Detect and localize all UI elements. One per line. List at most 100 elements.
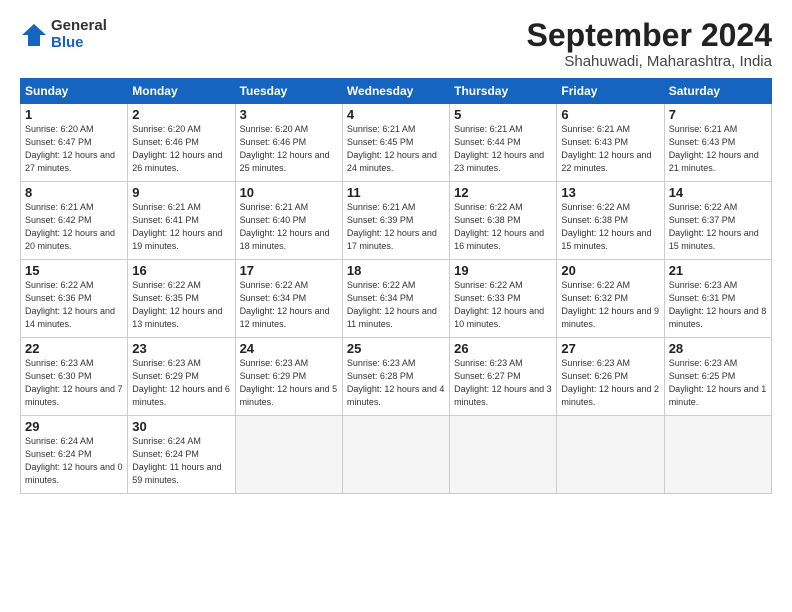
day-number: 22 <box>25 341 123 356</box>
calendar-day-2: 2 Sunrise: 6:20 AMSunset: 6:46 PMDaylight… <box>128 104 235 182</box>
calendar-day-13: 13Sunrise: 6:22 AMSunset: 6:38 PMDayligh… <box>557 182 664 260</box>
calendar-week-row-1: 1 Sunrise: 6:20 AMSunset: 6:47 PMDaylight… <box>21 104 772 182</box>
day-number: 10 <box>240 185 338 200</box>
day-info: Sunrise: 6:23 AMSunset: 6:30 PMDaylight:… <box>25 358 123 407</box>
day-info: Sunrise: 6:24 AMSunset: 6:24 PMDaylight:… <box>132 436 221 485</box>
day-number: 11 <box>347 185 445 200</box>
calendar-empty <box>450 416 557 494</box>
month-title: September 2024 <box>527 18 772 53</box>
day-number: 25 <box>347 341 445 356</box>
day-info: Sunrise: 6:23 AMSunset: 6:27 PMDaylight:… <box>454 358 552 407</box>
calendar-week-row-3: 15 Sunrise: 6:22 AMSunset: 6:36 PMDayligh… <box>21 260 772 338</box>
calendar-week-row-5: 29 Sunrise: 6:24 AMSunset: 6:24 PMDayligh… <box>21 416 772 494</box>
day-info: Sunrise: 6:21 AMSunset: 6:43 PMDaylight:… <box>561 124 651 173</box>
calendar-day-10: 10 Sunrise: 6:21 AMSunset: 6:40 PMDayligh… <box>235 182 342 260</box>
calendar-day-28: 28 Sunrise: 6:23 AMSunset: 6:25 PMDayligh… <box>664 338 771 416</box>
day-number: 30 <box>132 419 230 434</box>
day-number: 20 <box>561 263 659 278</box>
logo-general: General <box>51 18 107 35</box>
col-wednesday: Wednesday <box>342 79 449 104</box>
logo-text: General Blue <box>51 18 107 51</box>
day-info: Sunrise: 6:21 AMSunset: 6:41 PMDaylight:… <box>132 202 222 251</box>
day-info: Sunrise: 6:23 AMSunset: 6:31 PMDaylight:… <box>669 280 767 329</box>
calendar-header-row: Sunday Monday Tuesday Wednesday Thursday… <box>21 79 772 104</box>
day-info: Sunrise: 6:23 AMSunset: 6:29 PMDaylight:… <box>240 358 338 407</box>
logo: General Blue <box>20 18 107 51</box>
subtitle: Shahuwadi, Maharashtra, India <box>527 53 772 70</box>
calendar-day-12: 12Sunrise: 6:22 AMSunset: 6:38 PMDayligh… <box>450 182 557 260</box>
calendar-day-1: 1 Sunrise: 6:20 AMSunset: 6:47 PMDaylight… <box>21 104 128 182</box>
day-number: 23 <box>132 341 230 356</box>
page: General Blue September 2024 Shahuwadi, M… <box>0 0 792 612</box>
day-info: Sunrise: 6:23 AMSunset: 6:29 PMDaylight:… <box>132 358 230 407</box>
calendar-day-11: 11 Sunrise: 6:21 AMSunset: 6:39 PMDayligh… <box>342 182 449 260</box>
calendar-day-20: 20 Sunrise: 6:22 AMSunset: 6:32 PMDayligh… <box>557 260 664 338</box>
calendar-empty <box>235 416 342 494</box>
day-info: Sunrise: 6:21 AMSunset: 6:40 PMDaylight:… <box>240 202 330 251</box>
col-monday: Monday <box>128 79 235 104</box>
calendar-day-14: 14 Sunrise: 6:22 AMSunset: 6:37 PMDayligh… <box>664 182 771 260</box>
day-info: Sunrise: 6:22 AMSunset: 6:36 PMDaylight:… <box>25 280 115 329</box>
calendar-day-22: 22 Sunrise: 6:23 AMSunset: 6:30 PMDayligh… <box>21 338 128 416</box>
day-number: 29 <box>25 419 123 434</box>
day-info: Sunrise: 6:20 AMSunset: 6:47 PMDaylight:… <box>25 124 115 173</box>
header: General Blue September 2024 Shahuwadi, M… <box>20 18 772 70</box>
day-info: Sunrise: 6:23 AMSunset: 6:28 PMDaylight:… <box>347 358 445 407</box>
day-info: Sunrise: 6:21 AMSunset: 6:45 PMDaylight:… <box>347 124 437 173</box>
title-block: September 2024 Shahuwadi, Maharashtra, I… <box>527 18 772 70</box>
calendar-day-3: 3Sunrise: 6:20 AMSunset: 6:46 PMDaylight… <box>235 104 342 182</box>
day-number: 21 <box>669 263 767 278</box>
day-number: 26 <box>454 341 552 356</box>
calendar-day-26: 26 Sunrise: 6:23 AMSunset: 6:27 PMDayligh… <box>450 338 557 416</box>
calendar-week-row-2: 8 Sunrise: 6:21 AMSunset: 6:42 PMDaylight… <box>21 182 772 260</box>
day-number: 14 <box>669 185 767 200</box>
day-number: 13 <box>561 185 659 200</box>
col-saturday: Saturday <box>664 79 771 104</box>
day-number: 9 <box>132 185 230 200</box>
day-info: Sunrise: 6:24 AMSunset: 6:24 PMDaylight:… <box>25 436 123 485</box>
day-number: 16 <box>132 263 230 278</box>
calendar-day-29: 29 Sunrise: 6:24 AMSunset: 6:24 PMDayligh… <box>21 416 128 494</box>
day-info: Sunrise: 6:23 AMSunset: 6:25 PMDaylight:… <box>669 358 767 407</box>
day-number: 7 <box>669 107 767 122</box>
calendar-day-8: 8 Sunrise: 6:21 AMSunset: 6:42 PMDaylight… <box>21 182 128 260</box>
day-number: 28 <box>669 341 767 356</box>
day-info: Sunrise: 6:22 AMSunset: 6:32 PMDaylight:… <box>561 280 659 329</box>
day-number: 17 <box>240 263 338 278</box>
day-number: 12 <box>454 185 552 200</box>
day-number: 27 <box>561 341 659 356</box>
day-info: Sunrise: 6:21 AMSunset: 6:42 PMDaylight:… <box>25 202 115 251</box>
day-info: Sunrise: 6:20 AMSunset: 6:46 PMDaylight:… <box>132 124 222 173</box>
col-friday: Friday <box>557 79 664 104</box>
day-number: 8 <box>25 185 123 200</box>
calendar-day-19: 19 Sunrise: 6:22 AMSunset: 6:33 PMDayligh… <box>450 260 557 338</box>
day-info: Sunrise: 6:21 AMSunset: 6:39 PMDaylight:… <box>347 202 437 251</box>
calendar-day-9: 9 Sunrise: 6:21 AMSunset: 6:41 PMDaylight… <box>128 182 235 260</box>
day-number: 1 <box>25 107 123 122</box>
calendar-day-30: 30 Sunrise: 6:24 AMSunset: 6:24 PMDayligh… <box>128 416 235 494</box>
calendar-empty <box>557 416 664 494</box>
day-info: Sunrise: 6:22 AMSunset: 6:34 PMDaylight:… <box>347 280 437 329</box>
col-thursday: Thursday <box>450 79 557 104</box>
calendar-day-23: 23 Sunrise: 6:23 AMSunset: 6:29 PMDayligh… <box>128 338 235 416</box>
calendar-day-24: 24 Sunrise: 6:23 AMSunset: 6:29 PMDayligh… <box>235 338 342 416</box>
calendar-day-21: 21 Sunrise: 6:23 AMSunset: 6:31 PMDayligh… <box>664 260 771 338</box>
col-sunday: Sunday <box>21 79 128 104</box>
day-info: Sunrise: 6:22 AMSunset: 6:37 PMDaylight:… <box>669 202 759 251</box>
calendar-day-27: 27 Sunrise: 6:23 AMSunset: 6:26 PMDayligh… <box>557 338 664 416</box>
day-info: Sunrise: 6:20 AMSunset: 6:46 PMDaylight:… <box>240 124 330 173</box>
day-number: 19 <box>454 263 552 278</box>
day-number: 24 <box>240 341 338 356</box>
calendar-day-17: 17Sunrise: 6:22 AMSunset: 6:34 PMDayligh… <box>235 260 342 338</box>
day-number: 15 <box>25 263 123 278</box>
calendar-empty <box>664 416 771 494</box>
day-number: 2 <box>132 107 230 122</box>
day-info: Sunrise: 6:22 AMSunset: 6:35 PMDaylight:… <box>132 280 222 329</box>
calendar-week-row-4: 22 Sunrise: 6:23 AMSunset: 6:30 PMDayligh… <box>21 338 772 416</box>
calendar-day-6: 6Sunrise: 6:21 AMSunset: 6:43 PMDaylight… <box>557 104 664 182</box>
calendar-day-5: 5Sunrise: 6:21 AMSunset: 6:44 PMDaylight… <box>450 104 557 182</box>
calendar-day-4: 4Sunrise: 6:21 AMSunset: 6:45 PMDaylight… <box>342 104 449 182</box>
calendar-day-16: 16 Sunrise: 6:22 AMSunset: 6:35 PMDayligh… <box>128 260 235 338</box>
day-info: Sunrise: 6:23 AMSunset: 6:26 PMDaylight:… <box>561 358 659 407</box>
day-info: Sunrise: 6:22 AMSunset: 6:33 PMDaylight:… <box>454 280 544 329</box>
